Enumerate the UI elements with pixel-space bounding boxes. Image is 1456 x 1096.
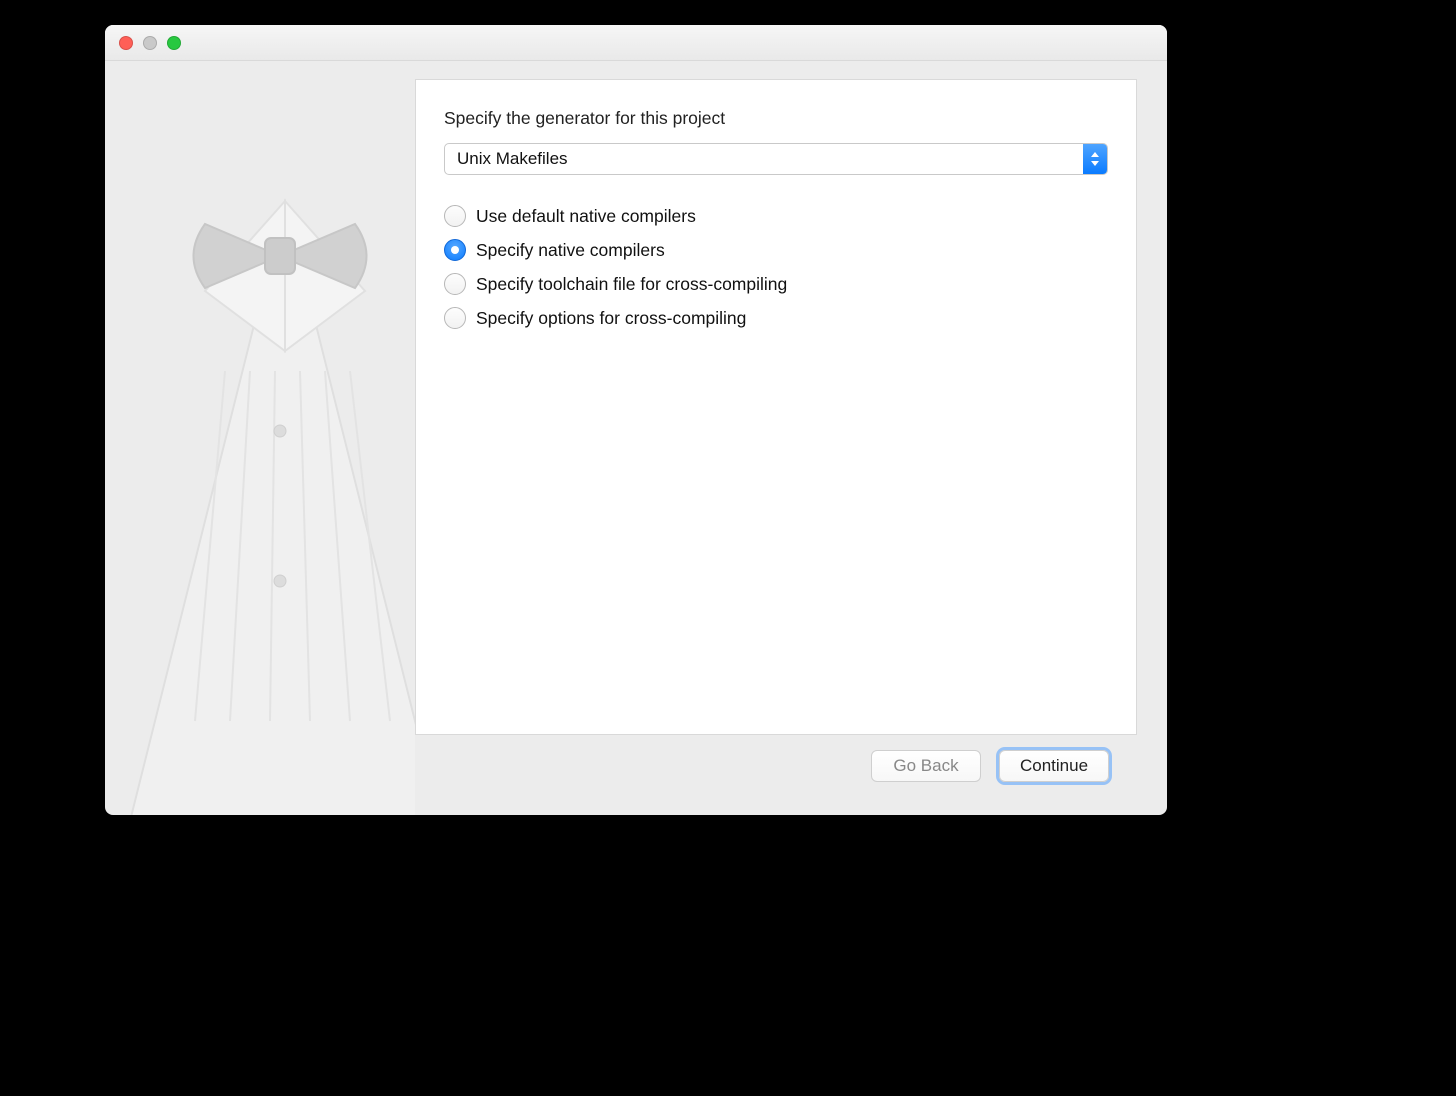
footer: Go Back Continue <box>415 735 1137 797</box>
radio-specify-native[interactable]: Specify native compilers <box>444 233 1108 267</box>
generator-select[interactable]: Unix Makefiles <box>444 143 1108 175</box>
go-back-button[interactable]: Go Back <box>871 750 981 782</box>
radio-icon <box>444 307 466 329</box>
radio-dot-icon <box>451 246 459 254</box>
sidebar-illustration <box>105 61 415 815</box>
radio-icon <box>444 273 466 295</box>
radio-label: Specify toolchain file for cross-compili… <box>476 274 787 295</box>
radio-default-native[interactable]: Use default native compilers <box>444 199 1108 233</box>
titlebar <box>105 25 1167 61</box>
radio-label: Specify options for cross-compiling <box>476 308 746 329</box>
radio-label: Use default native compilers <box>476 206 696 227</box>
minimize-icon <box>143 36 157 50</box>
dialog-body: Specify the generator for this project U… <box>105 61 1167 815</box>
radio-toolchain-file[interactable]: Specify toolchain file for cross-compili… <box>444 267 1108 301</box>
continue-button[interactable]: Continue <box>999 750 1109 782</box>
updown-icon <box>1083 144 1107 174</box>
radio-cross-options[interactable]: Specify options for cross-compiling <box>444 301 1108 335</box>
radio-icon <box>444 239 466 261</box>
generator-select-value: Unix Makefiles <box>444 143 1108 175</box>
zoom-icon[interactable] <box>167 36 181 50</box>
content-pane: Specify the generator for this project U… <box>415 61 1167 815</box>
close-icon[interactable] <box>119 36 133 50</box>
radio-icon <box>444 205 466 227</box>
heading: Specify the generator for this project <box>444 108 1108 129</box>
dialog-window: Specify the generator for this project U… <box>105 25 1167 815</box>
inner-panel: Specify the generator for this project U… <box>415 79 1137 735</box>
radio-label: Specify native compilers <box>476 240 665 261</box>
